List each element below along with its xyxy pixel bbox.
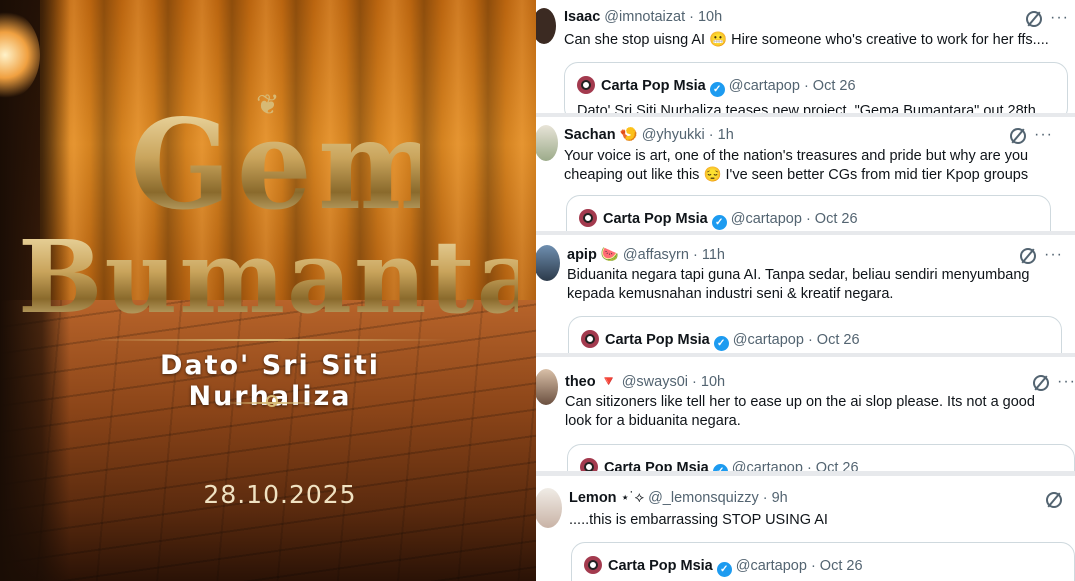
author-handle[interactable]: @yhyukki — [642, 127, 705, 143]
tweet-header: apip 🍉 @affasyrn · 11h — [567, 246, 725, 263]
tweet-text: Your voice is art, one of the nation's t… — [564, 148, 1029, 183]
quoted-time: · Oct 26 — [803, 78, 856, 94]
tweet-text: Can sitizoners like tell her to ease up … — [565, 394, 1035, 429]
tweet-time[interactable]: · 1h — [709, 127, 734, 143]
poster-title-line2: BumantarA — [18, 218, 536, 336]
grok-icon[interactable] — [1046, 492, 1062, 508]
quoted-time: · Oct 26 — [810, 558, 863, 574]
name-emoji: 🔻 — [599, 374, 618, 390]
tweet-time[interactable]: · 11h — [693, 247, 725, 263]
tweet[interactable]: Isaac @imnotaizat · 10h ··· Can she stop … — [536, 0, 1075, 113]
quoted-tweet[interactable]: Carta Pop Msia ✓ @cartapop · Oct 26 Dato' … — [564, 62, 1068, 113]
tweet[interactable]: Sachan 🍤 @yhyukki · 1h ··· Your voice is … — [536, 117, 1075, 231]
quoted-time: · Oct 26 — [805, 211, 858, 227]
name-emoji: 🍤 — [619, 127, 638, 143]
verified-badge-icon: ✓ — [711, 215, 727, 230]
tweet[interactable]: apip 🍉 @affasyrn · 11h ··· Biduanita nega… — [536, 235, 1075, 353]
quoted-tweet[interactable]: Carta Pop Msia✓@cartapop · Oct 26 — [566, 195, 1051, 231]
tweet-time[interactable]: · 9h — [763, 490, 788, 506]
quoted-avatar — [579, 209, 597, 227]
quoted-handle: @cartapop — [731, 460, 803, 471]
poster-date: 28.10.2025 — [203, 480, 357, 509]
verified-badge-icon: ✓ — [712, 464, 728, 471]
quoted-header: Carta Pop Msia✓@cartapop · Oct 26 — [584, 556, 863, 577]
avatar[interactable] — [536, 8, 556, 44]
quoted-tweet[interactable]: Carta Pop Msia✓@cartapop · Oct 26 — [571, 542, 1075, 581]
tweet[interactable]: theo 🔻 @sways0i · 10h ··· Can sitizoners … — [536, 357, 1075, 471]
quoted-time: · Oct 26 — [806, 460, 859, 471]
quoted-name: Carta Pop Msia — [604, 460, 709, 471]
quoted-name: Carta Pop Msia — [608, 558, 713, 574]
tweet-text: Biduanita negara tapi guna AI. Tanpa sed… — [567, 267, 1030, 302]
author-name[interactable]: Sachan — [564, 127, 616, 143]
tweet-header: Sachan 🍤 @yhyukki · 1h — [564, 126, 734, 143]
author-handle[interactable]: @imnotaizat — [604, 9, 685, 25]
name-emoji: 🍉 — [600, 247, 619, 263]
tweet-header: Lemon ⋆˙⟡ @_lemonsquizzy · 9h — [569, 490, 788, 506]
grok-icon[interactable] — [1033, 375, 1049, 391]
more-options-icon[interactable]: ··· — [1044, 247, 1063, 263]
quoted-name: Carta Pop Msia — [603, 211, 708, 227]
tweet-time[interactable]: · 10h — [689, 9, 722, 25]
author-handle[interactable]: @sways0i — [622, 374, 688, 390]
more-options-icon[interactable]: ··· — [1050, 10, 1069, 26]
author-name[interactable]: Isaac — [564, 9, 600, 25]
quoted-handle: @cartapop — [730, 211, 802, 227]
quoted-snippet: Dato' Sri Siti Nurhaliza teases new proj… — [577, 103, 1036, 113]
tweet-header: Isaac @imnotaizat · 10h — [564, 9, 722, 25]
verified-badge-icon: ✓ — [713, 336, 729, 351]
verified-badge-icon: ✓ — [709, 82, 725, 97]
quoted-handle: @cartapop — [732, 332, 804, 348]
tweet-header: theo 🔻 @sways0i · 10h — [565, 373, 725, 390]
name-emoji: ⋆˙⟡ — [620, 490, 645, 506]
verified-badge-icon: ✓ — [716, 562, 732, 577]
avatar[interactable] — [536, 245, 560, 281]
quoted-header: Carta Pop Msia✓@cartapop · Oct 26 — [579, 209, 858, 230]
author-name[interactable]: theo — [565, 374, 596, 390]
ornament-bottom — [222, 393, 322, 413]
more-options-icon[interactable]: ··· — [1034, 127, 1053, 143]
quoted-name: Carta Pop Msia — [605, 332, 710, 348]
quoted-avatar — [581, 330, 599, 348]
avatar[interactable] — [536, 369, 558, 405]
promo-poster: ❦ Gema BumantarA Dato' Sri Siti Nurhaliz… — [0, 0, 536, 581]
avatar[interactable] — [536, 125, 558, 161]
reply-feed: Isaac @imnotaizat · 10h ··· Can she stop … — [536, 0, 1075, 581]
more-options-icon[interactable]: ··· — [1057, 374, 1075, 390]
quoted-header: Carta Pop Msia✓@cartapop · Oct 26 — [581, 330, 860, 351]
quoted-header: Carta Pop Msia✓@cartapop · Oct 26 — [577, 76, 856, 97]
poster-title-line1: Gema — [130, 91, 532, 238]
tweet-time[interactable]: · 10h — [692, 374, 725, 390]
grok-icon[interactable] — [1010, 128, 1026, 144]
quoted-handle: @cartapop — [735, 558, 807, 574]
ornament-divider — [88, 330, 448, 350]
quoted-time: · Oct 26 — [807, 332, 860, 348]
avatar[interactable] — [536, 488, 562, 528]
quoted-tweet[interactable]: Carta Pop Msia✓@cartapop · Oct 26 — [567, 444, 1075, 471]
grok-icon[interactable] — [1026, 11, 1042, 27]
quoted-handle: @cartapop — [728, 78, 800, 94]
quoted-avatar — [577, 76, 595, 94]
author-handle[interactable]: @_lemonsquizzy — [648, 490, 759, 506]
tweet[interactable]: Lemon ⋆˙⟡ @_lemonsquizzy · 9h .....this i… — [536, 476, 1075, 581]
tweet-text: Can she stop uisng AI 😬 Hire someone who… — [564, 32, 1049, 48]
quoted-avatar — [584, 556, 602, 574]
author-handle[interactable]: @affasyrn — [623, 247, 689, 263]
quoted-tweet[interactable]: Carta Pop Msia✓@cartapop · Oct 26 — [568, 316, 1062, 353]
grok-icon[interactable] — [1020, 248, 1036, 264]
quoted-header: Carta Pop Msia✓@cartapop · Oct 26 — [580, 458, 859, 471]
tweet-text: .....this is embarrassing STOP USING AI — [569, 512, 828, 528]
author-name[interactable]: Lemon — [569, 490, 617, 506]
author-name[interactable]: apip — [567, 247, 597, 263]
quoted-avatar — [580, 458, 598, 471]
quoted-name: Carta Pop Msia — [601, 78, 706, 94]
